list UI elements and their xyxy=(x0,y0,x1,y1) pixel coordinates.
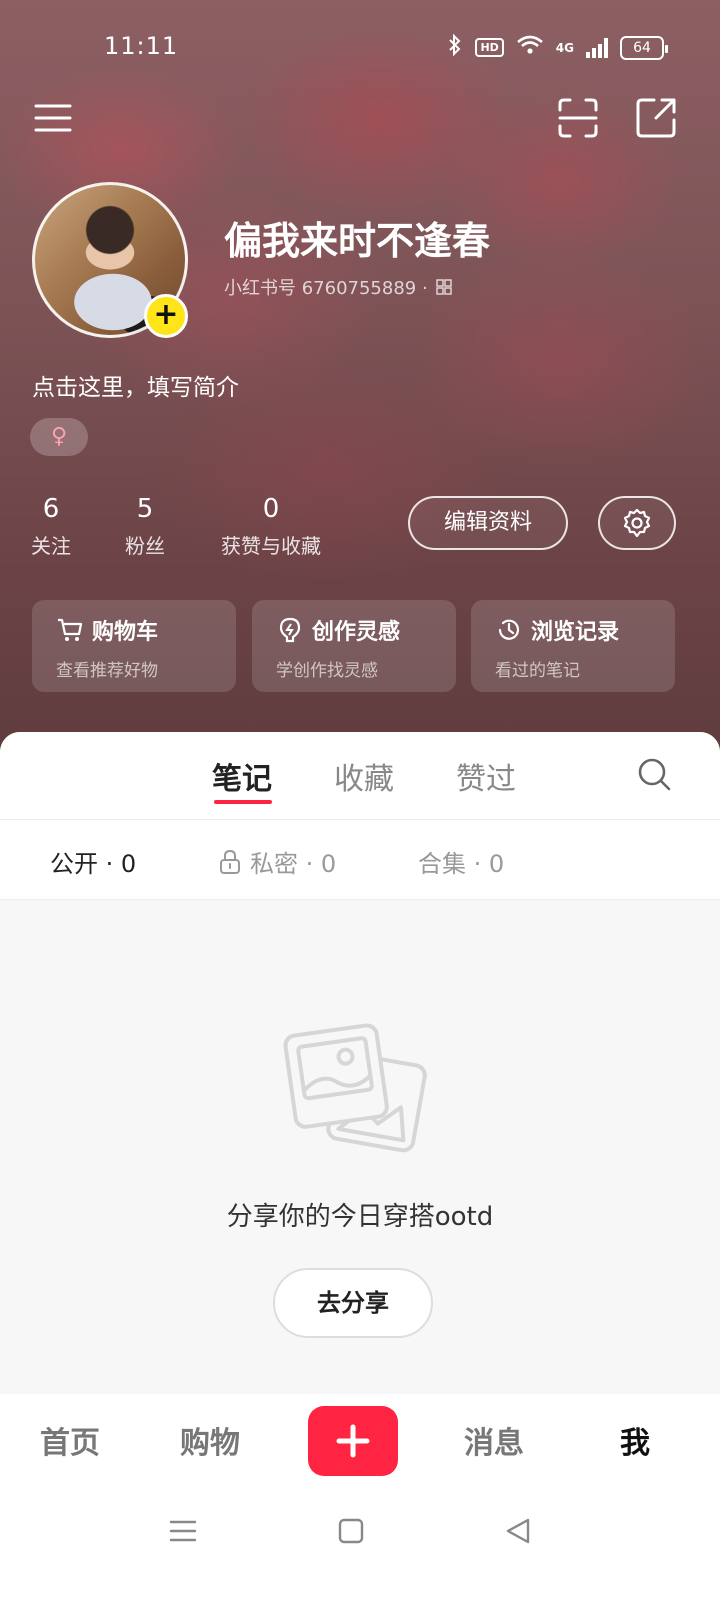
empty-photos-illustration xyxy=(283,1023,427,1153)
nav-messages[interactable]: 消息 xyxy=(464,1418,524,1462)
inspiration-card[interactable]: 创作灵感 学创作找灵感 xyxy=(252,600,456,692)
cart-icon xyxy=(58,618,83,641)
filter-collection-label: 合集 · 0 xyxy=(418,850,505,878)
history-card-sub: 看过的笔记 xyxy=(495,661,580,681)
qr-code-icon[interactable] xyxy=(435,279,452,295)
tab-liked[interactable]: 赞过 xyxy=(456,754,516,798)
create-post-button[interactable] xyxy=(308,1406,398,1476)
empty-state-text: 分享你的今日穿搭ootd xyxy=(226,1202,494,1232)
system-nav-bar xyxy=(0,1490,720,1600)
clock-icon xyxy=(498,619,520,640)
history-card-title: 浏览记录 xyxy=(531,620,620,645)
visibility-filter: 公开 · 0 私密 · 0 合集 · 0 xyxy=(0,820,720,900)
following-label: 关注 xyxy=(31,534,71,558)
search-icon[interactable] xyxy=(636,756,672,792)
signal-icon xyxy=(586,37,608,58)
network-type: 4G xyxy=(555,40,574,55)
back-triangle-icon[interactable] xyxy=(502,1514,536,1548)
likes-count: 0 xyxy=(262,494,280,524)
status-time: 11:11 xyxy=(104,32,179,60)
cart-card-title: 购物车 xyxy=(92,620,159,645)
menu-icon[interactable] xyxy=(32,96,76,140)
share-icon[interactable] xyxy=(634,96,678,140)
tab-collections[interactable]: 收藏 xyxy=(334,754,394,798)
go-share-button[interactable]: 去分享 xyxy=(273,1268,433,1338)
wifi-icon xyxy=(516,35,544,60)
cart-card-sub: 查看推荐好物 xyxy=(56,661,158,681)
profile-stats: 6 关注 5 粉丝 0 获赞与收藏 xyxy=(0,494,400,564)
inspiration-card-title: 创作灵感 xyxy=(312,620,401,645)
stat-likes[interactable]: 0 获赞与收藏 xyxy=(216,494,326,559)
nav-home[interactable]: 首页 xyxy=(40,1418,100,1462)
profile-header: 11:11 HD 4G 64 + 偏我来时不逢春 小红书号 6760755889… xyxy=(0,0,720,760)
red-id[interactable]: 小红书号 6760755889 · xyxy=(224,274,452,300)
active-tab-indicator xyxy=(214,800,272,804)
tab-notes[interactable]: 笔记 xyxy=(212,754,272,798)
battery-icon: 64 xyxy=(620,35,668,60)
lightbulb-icon xyxy=(279,617,301,643)
recent-apps-icon[interactable] xyxy=(166,1514,200,1548)
lock-icon xyxy=(220,849,240,874)
stat-following[interactable]: 6 关注 xyxy=(30,494,72,559)
filter-public[interactable]: 公开 · 0 xyxy=(50,844,136,879)
settings-button[interactable] xyxy=(598,496,676,550)
filter-private[interactable]: 私密 · 0 xyxy=(218,844,336,879)
filter-collection[interactable]: 合集 · 0 xyxy=(418,844,504,879)
hd-icon: HD xyxy=(475,38,504,57)
nav-shopping[interactable]: 购物 xyxy=(180,1418,240,1462)
gender-badge: ♀ xyxy=(30,418,88,456)
red-id-text: 小红书号 6760755889 · xyxy=(224,278,428,299)
bottom-nav: 首页 购物 消息 我 xyxy=(0,1394,720,1490)
following-count: 6 xyxy=(42,494,60,524)
edit-profile-button[interactable]: 编辑资料 xyxy=(408,496,568,550)
filter-public-label: 公开 · 0 xyxy=(50,850,137,878)
nav-me[interactable]: 我 xyxy=(620,1418,650,1462)
status-icons: HD 4G 64 xyxy=(447,33,668,61)
scan-icon[interactable] xyxy=(556,96,600,140)
bluetooth-icon xyxy=(447,33,463,61)
bio[interactable]: 点击这里，填写简介 xyxy=(32,368,239,402)
likes-label: 获赞与收藏 xyxy=(221,534,321,558)
cart-card[interactable]: 购物车 查看推荐好物 xyxy=(32,600,236,692)
notes-panel: 笔记 收藏 赞过 公开 · 0 私密 · 0 合集 · 0 分享你的今日穿搭oo… xyxy=(0,732,720,1396)
status-bar: 11:11 HD 4G 64 xyxy=(0,28,720,68)
followers-count: 5 xyxy=(136,494,154,524)
history-card[interactable]: 浏览记录 看过的笔记 xyxy=(471,600,675,692)
content-tabs: 笔记 收藏 赞过 xyxy=(0,732,720,820)
plus-icon xyxy=(336,1424,370,1458)
followers-label: 粉丝 xyxy=(125,534,165,558)
stat-followers[interactable]: 5 粉丝 xyxy=(122,494,168,559)
gear-icon xyxy=(623,508,651,538)
home-square-icon[interactable] xyxy=(334,1514,368,1548)
nickname: 偏我来时不逢春 xyxy=(224,219,491,263)
filter-private-label: 私密 · 0 xyxy=(250,850,337,878)
avatar-add-button[interactable]: + xyxy=(144,294,188,338)
inspiration-card-sub: 学创作找灵感 xyxy=(276,661,378,681)
